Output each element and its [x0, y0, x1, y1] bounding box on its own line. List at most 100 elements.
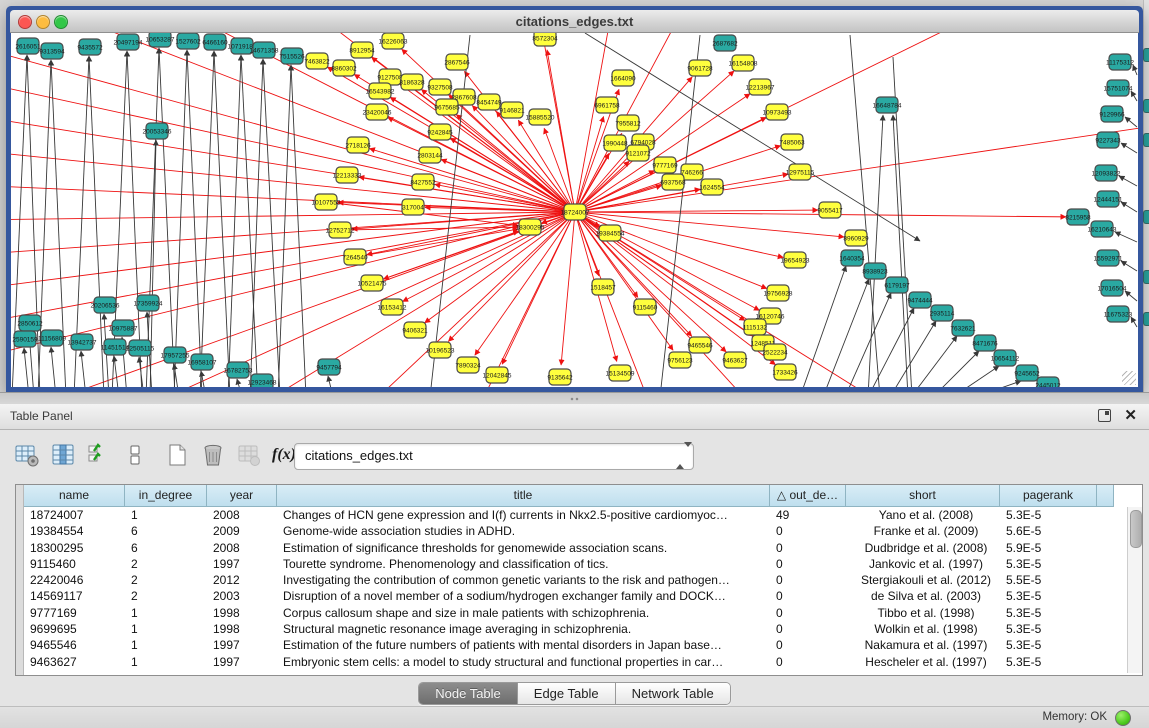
graph-edge[interactable] — [388, 117, 575, 212]
column-header-pagerank[interactable]: pagerank — [1000, 485, 1097, 507]
graph-edge[interactable] — [575, 210, 818, 212]
graph-edge[interactable] — [435, 184, 575, 212]
delete-trash-icon[interactable] — [200, 442, 228, 470]
graph-node-label: 9675685 — [434, 105, 460, 112]
graph-edge[interactable] — [278, 65, 291, 387]
graph-edge[interactable] — [11, 212, 575, 290]
graph-edge[interactable] — [800, 266, 846, 387]
table-cell: Estimation of significance thresholds fo… — [277, 540, 770, 556]
column-header-out-degree[interactable]: △ out_de… — [770, 485, 846, 507]
graph-edge[interactable] — [1121, 202, 1137, 212]
graph-node-label: 2445012 — [1035, 383, 1061, 388]
graph-edge[interactable] — [448, 212, 575, 341]
table-row[interactable]: 911546021997Tourette syndrome. Phenomeno… — [24, 556, 1114, 572]
graph-edge[interactable] — [933, 351, 979, 387]
graph-edge[interactable] — [890, 321, 936, 387]
table-cell: 2008 — [207, 507, 277, 523]
column-header-title[interactable]: title — [277, 485, 770, 507]
graph-edge[interactable] — [241, 55, 258, 387]
column-header-in-degree[interactable]: in_degree — [125, 485, 207, 507]
float-panel-icon[interactable] — [1098, 409, 1111, 422]
table-row[interactable]: 946554611997Estimation of the future num… — [24, 637, 1114, 653]
scrollbar-thumb[interactable] — [1130, 510, 1142, 548]
graph-edge[interactable] — [1125, 117, 1137, 127]
graph-edge[interactable] — [1115, 232, 1137, 242]
graph-edge[interactable] — [403, 212, 575, 301]
column-header-name[interactable]: name — [24, 485, 125, 507]
graph-edge[interactable] — [200, 51, 214, 387]
graph-edge[interactable] — [893, 115, 908, 387]
graph-node-label: 18724007 — [561, 210, 590, 217]
graph-edge[interactable] — [1133, 65, 1137, 75]
graph-edge[interactable] — [51, 347, 56, 387]
select-rows-icon[interactable] — [86, 442, 114, 470]
graph-edge[interactable] — [1131, 91, 1137, 101]
table-cell: Dudbridge et al. (2008) — [846, 540, 1000, 556]
graph-node-label: 12923468 — [248, 380, 277, 387]
graph-edge[interactable] — [250, 59, 263, 387]
graph-edge[interactable] — [975, 381, 1021, 387]
dropdown-stepper-icon — [676, 447, 687, 465]
graph-edge[interactable] — [575, 212, 767, 289]
graph-edge[interactable] — [187, 50, 202, 387]
graph-edge[interactable] — [1121, 143, 1137, 153]
graph-edge[interactable] — [237, 379, 242, 387]
table-row[interactable]: 1456911722003Disruption of a novel membe… — [24, 588, 1114, 604]
graph-edge[interactable] — [263, 59, 280, 387]
graph-edge[interactable] — [1131, 317, 1137, 327]
graph-edge[interactable] — [40, 212, 575, 387]
vertical-scrollbar[interactable] — [1127, 507, 1142, 673]
show-columns-icon[interactable] — [50, 442, 78, 470]
graph-edge[interactable] — [291, 65, 306, 387]
table-settings-icon[interactable] — [14, 442, 42, 470]
resize-grip[interactable] — [1122, 371, 1136, 385]
graph-edge[interactable] — [1121, 261, 1137, 271]
graph-edge[interactable] — [214, 51, 230, 387]
graph-edge[interactable] — [953, 366, 999, 387]
graph-node-label: 16226063 — [379, 39, 408, 46]
graph-edge[interactable] — [1125, 291, 1137, 301]
graph-edge[interactable] — [200, 33, 575, 212]
graph-node-label: 9135642 — [547, 375, 573, 382]
table-select-dropdown[interactable]: citations_edges.txt — [294, 443, 694, 470]
new-file-icon[interactable] — [164, 442, 192, 470]
column-header-year[interactable]: year — [207, 485, 277, 507]
tab-edge-table[interactable]: Edge Table — [518, 683, 616, 704]
table-row[interactable]: 977716911998Corpus callosum shape and si… — [24, 605, 1114, 621]
network-canvas[interactable]: 2616051931359494355722049719410653287152… — [11, 33, 1138, 387]
citation-network-graph[interactable]: 2616051931359494355722049719410653287152… — [11, 33, 1138, 387]
node-table: name in_degree year title △ out_de… shor… — [15, 484, 1143, 676]
tab-network-table[interactable]: Network Table — [616, 683, 730, 704]
table-row[interactable]: 946362711997Embryonic stem cells: a mode… — [24, 654, 1114, 670]
graph-edge[interactable] — [561, 212, 575, 365]
table-cell: 0 — [770, 540, 846, 556]
table-row[interactable]: 1830029562008Estimation of significance … — [24, 540, 1114, 556]
checkbox-column-icon[interactable] — [122, 442, 150, 470]
graph-edge[interactable] — [228, 55, 241, 387]
close-panel-icon[interactable]: ✕ — [1124, 407, 1137, 425]
table-cell: 9463627 — [24, 654, 125, 670]
table-cell: 2 — [125, 572, 207, 588]
tab-node-table[interactable]: Node Table — [419, 683, 518, 704]
graph-edge[interactable] — [355, 229, 518, 257]
graph-edge[interactable] — [328, 376, 333, 387]
graph-edge[interactable] — [114, 356, 119, 387]
table-row[interactable]: 969969511998Structural magnetic resonanc… — [24, 621, 1114, 637]
table-row[interactable]: 1872400712008Changes of HCN gene express… — [24, 507, 1114, 523]
graph-node-label: 8938923 — [862, 269, 888, 276]
graph-edge[interactable] — [24, 348, 29, 387]
graph-edge[interactable] — [81, 351, 86, 387]
column-header-short[interactable]: short — [846, 485, 1000, 507]
table-cell: 9777169 — [24, 605, 125, 621]
graph-edge[interactable] — [480, 212, 575, 387]
table-row[interactable]: 2242004622012Investigating the contribut… — [24, 572, 1114, 588]
graph-edge[interactable] — [174, 50, 187, 387]
graph-node-label: 11156809 — [38, 336, 66, 343]
graph-edge[interactable] — [11, 45, 575, 212]
window-titlebar[interactable]: citations_edges.txt — [10, 10, 1139, 33]
graph-edge[interactable] — [850, 35, 880, 387]
graph-edge[interactable] — [845, 293, 891, 387]
table-row[interactable]: 1938455462009Genome-wide association stu… — [24, 523, 1114, 539]
graph-node-label: 17957255 — [161, 353, 190, 360]
graph-edge[interactable] — [1119, 176, 1137, 186]
